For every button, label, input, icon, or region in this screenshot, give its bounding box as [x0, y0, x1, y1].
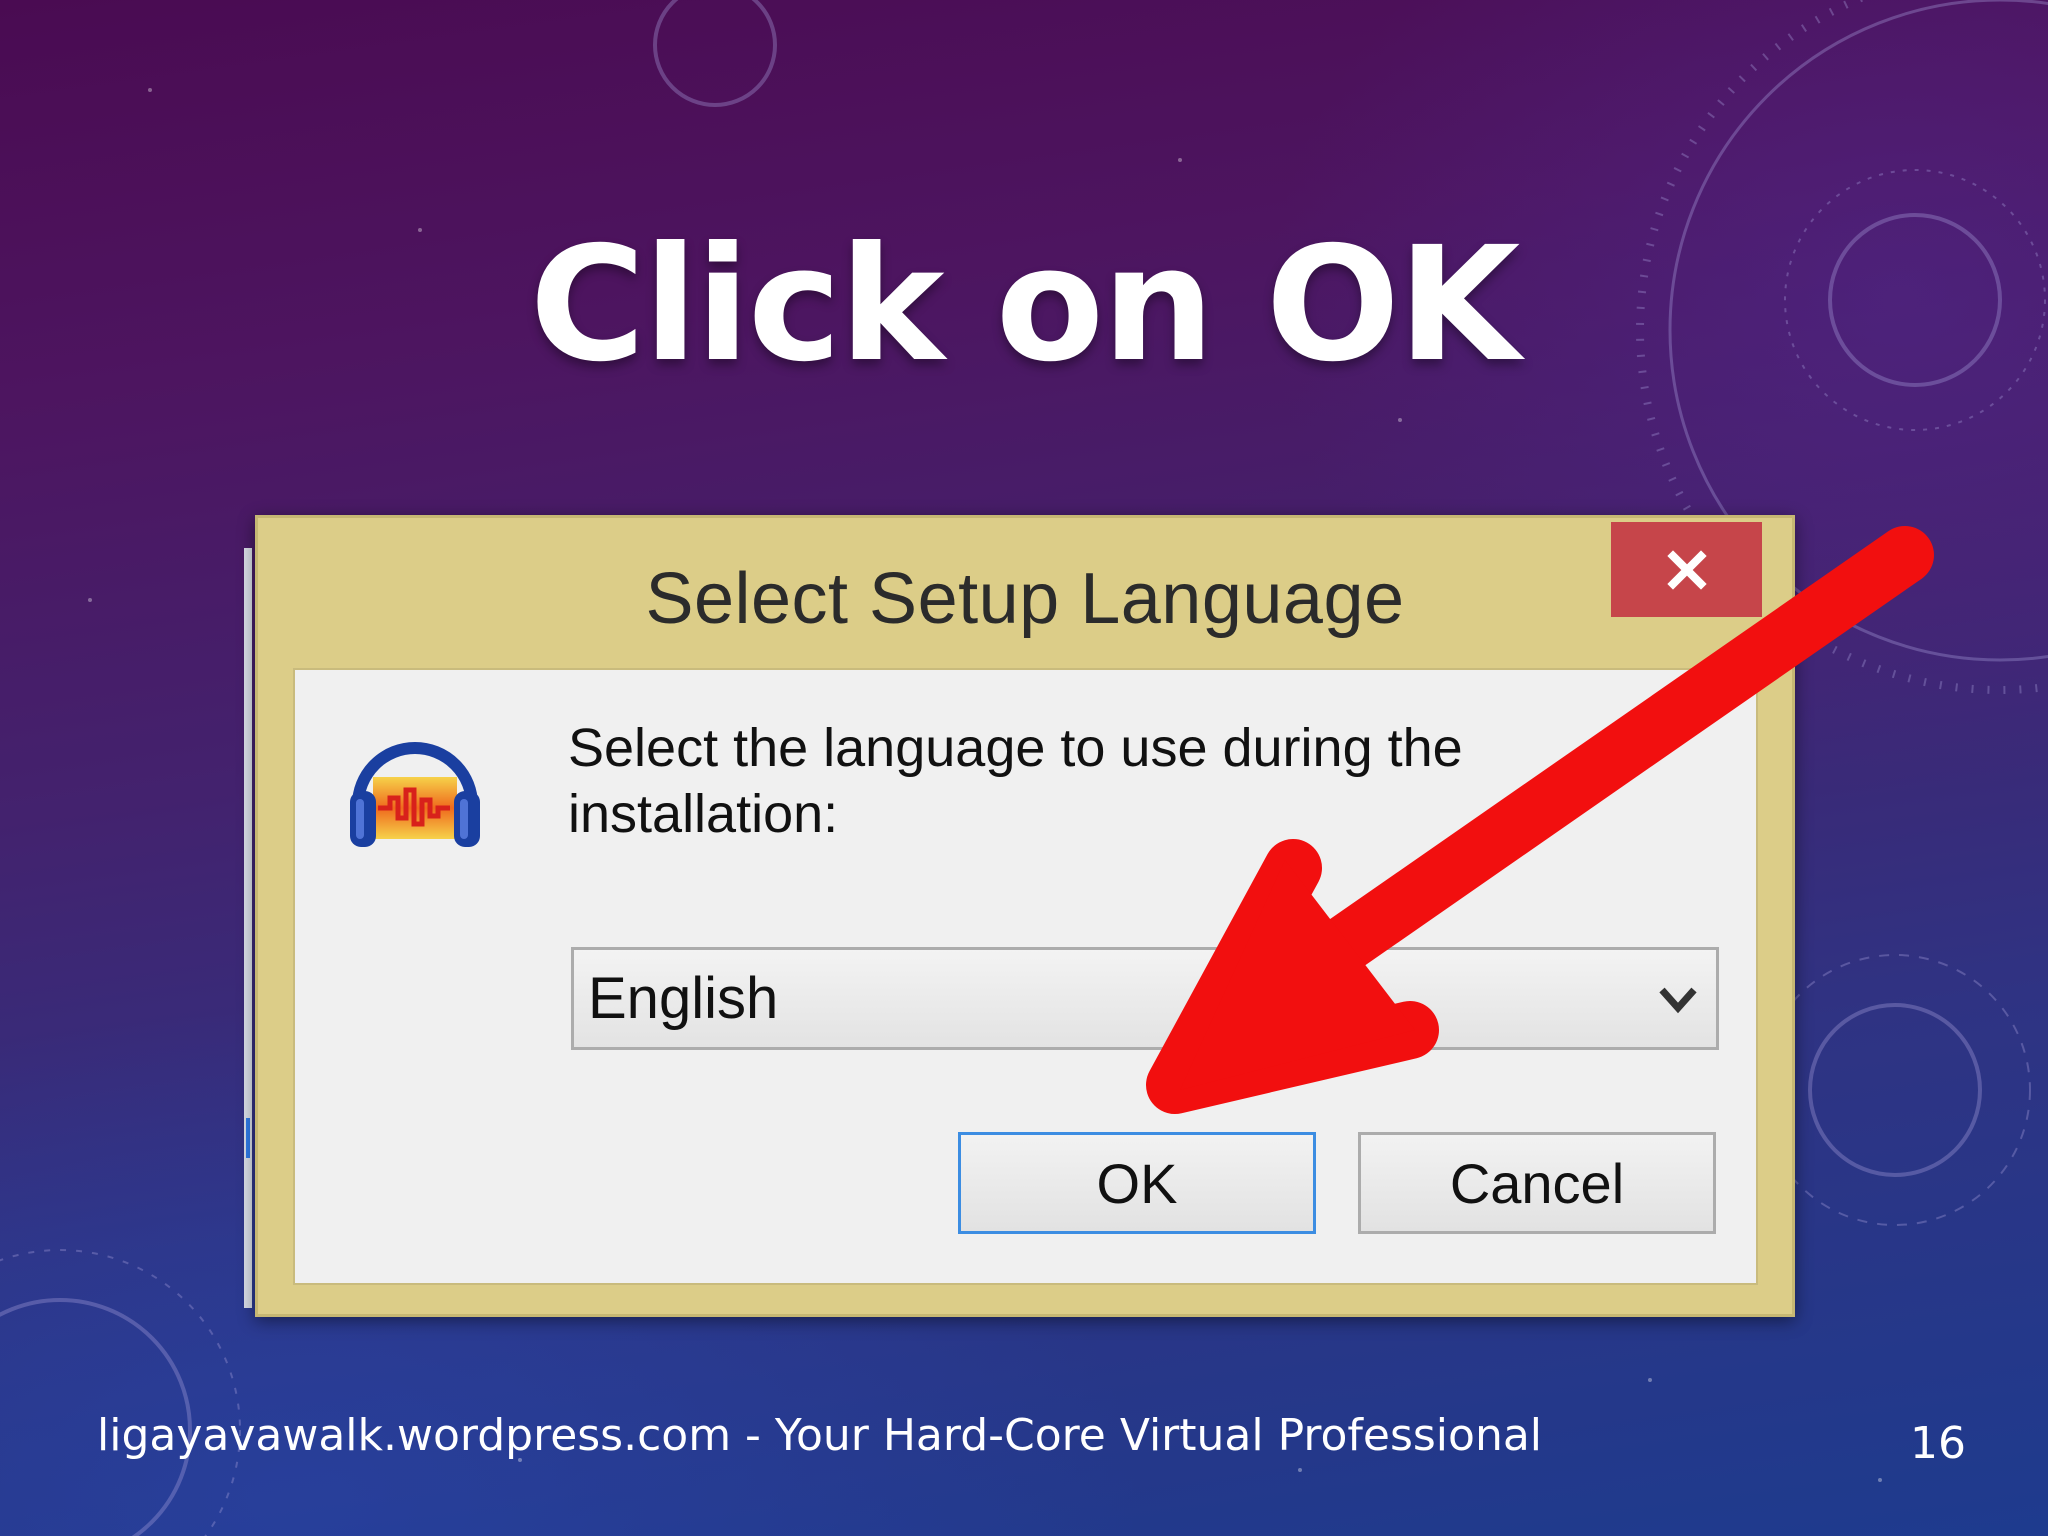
slide-page-number: 16 [1910, 1418, 1966, 1469]
ok-button[interactable]: OK [958, 1132, 1316, 1234]
slide-title: Click on OK [529, 213, 1521, 397]
dialog-content: Select the language to use during the in… [293, 668, 1758, 1285]
close-button[interactable] [1611, 522, 1762, 617]
chevron-down-icon[interactable] [1658, 984, 1698, 1014]
audacity-headphones-icon [350, 742, 480, 847]
language-prompt: Select the language to use during the in… [568, 718, 1463, 844]
background-window-edge [244, 548, 252, 1308]
language-selected-value: English [588, 966, 779, 1031]
close-icon [1666, 549, 1707, 590]
dialog-title: Select Setup Language [645, 559, 1405, 639]
setup-language-dialog: Select Setup Language Select the languag… [255, 515, 1795, 1317]
language-select[interactable]: English [571, 947, 1719, 1050]
cancel-button[interactable]: Cancel [1358, 1132, 1716, 1234]
slide-footer: ligayavawalk.wordpress.com - Your Hard-C… [97, 1410, 1543, 1461]
